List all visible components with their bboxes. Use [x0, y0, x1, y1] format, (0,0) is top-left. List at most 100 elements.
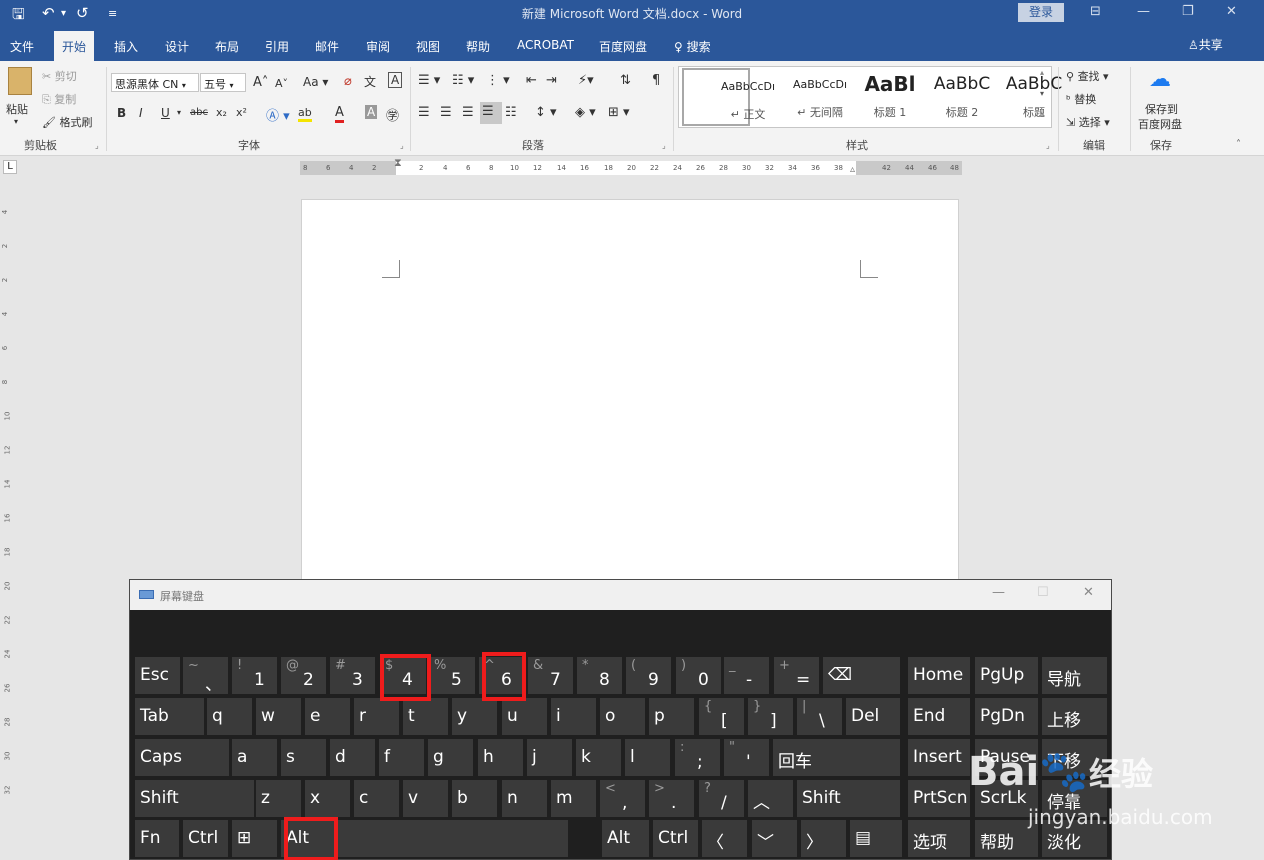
key-7[interactable]: & 7: [528, 657, 573, 694]
sort-icon[interactable]: ⇅: [620, 73, 631, 88]
tab-selector[interactable]: L: [3, 160, 17, 174]
key-f[interactable]: f: [379, 739, 424, 776]
grow-font-button[interactable]: A˄: [253, 75, 268, 90]
decrease-indent-icon[interactable]: ⇤: [526, 73, 537, 88]
key-Esc[interactable]: Esc: [135, 657, 180, 694]
key-[[interactable]: {[: [699, 698, 744, 735]
character-border-icon[interactable]: A: [388, 72, 403, 88]
clear-formatting-icon[interactable]: ⌀: [344, 74, 352, 89]
tell-me-search[interactable]: ♀ 搜索: [674, 38, 711, 55]
key-〈[interactable]: 〈: [702, 820, 747, 857]
document-page[interactable]: [301, 199, 959, 599]
right-indent-marker-icon[interactable]: ▵: [850, 164, 855, 175]
restore-icon[interactable]: ❐: [1182, 4, 1194, 19]
tab-acrobat[interactable]: ACROBAT: [517, 38, 574, 52]
align-right-icon[interactable]: ☰: [462, 105, 474, 120]
cut-button[interactable]: ✂ 剪切: [42, 68, 77, 84]
paste-button[interactable]: 粘贴: [6, 101, 28, 117]
strikethrough-button[interactable]: abc: [190, 107, 208, 118]
key-e[interactable]: e: [305, 698, 350, 735]
select-button[interactable]: ⇲ 选择 ▾: [1066, 114, 1110, 130]
align-left-icon[interactable]: ☰: [418, 105, 430, 120]
tab-help[interactable]: 帮助: [466, 38, 490, 55]
key-w[interactable]: w: [256, 698, 301, 735]
style-normal[interactable]: AaBbCcDı ↵ 正文: [682, 68, 775, 126]
key-回车[interactable]: 回车: [773, 739, 900, 776]
clipboard-launcher-icon[interactable]: ⌟: [95, 141, 99, 150]
key-i[interactable]: i: [551, 698, 596, 735]
key-a[interactable]: a: [232, 739, 277, 776]
key-x[interactable]: x: [305, 780, 350, 817]
minimize-icon[interactable]: —: [1137, 4, 1150, 19]
key-上移[interactable]: 上移: [1042, 698, 1107, 735]
font-color-button[interactable]: A: [335, 105, 344, 123]
key-、[interactable]: ~、: [183, 657, 228, 695]
key-Fn[interactable]: Fn: [135, 820, 179, 857]
baidu-netdisk-icon[interactable]: ☁: [1149, 67, 1171, 92]
key-PrtScn[interactable]: PrtScn: [908, 780, 970, 817]
key-8[interactable]: * 8: [577, 657, 622, 694]
key-2[interactable]: @2: [281, 657, 326, 694]
styles-more-icon[interactable]: ⩡: [1040, 110, 1045, 120]
format-painter-button[interactable]: 🖌 格式刷: [42, 114, 92, 130]
tab-mailings[interactable]: 邮件: [315, 38, 339, 55]
phonetic-guide-icon[interactable]: 文: [364, 73, 376, 90]
key-选项[interactable]: 选项: [908, 820, 970, 857]
style-title[interactable]: AaBbC 标题: [966, 68, 1062, 126]
style-heading-2[interactable]: AaBbC 标题 2: [894, 68, 990, 126]
highlight-button[interactable]: ab: [298, 106, 312, 122]
shading-icon[interactable]: ◈ ▾: [575, 105, 596, 120]
key-Ctrl[interactable]: Ctrl: [183, 820, 228, 857]
bullets-icon[interactable]: ☰ ▾: [418, 73, 440, 88]
key-o[interactable]: o: [600, 698, 645, 735]
styles-scroll-up-icon[interactable]: ▴: [1040, 68, 1044, 77]
key-'[interactable]: " ': [724, 739, 769, 776]
key-t[interactable]: t: [403, 698, 448, 735]
increase-indent-icon[interactable]: ⇥: [546, 73, 557, 88]
shrink-font-button[interactable]: A˅: [275, 77, 288, 90]
justify-icon[interactable]: ☰: [480, 102, 502, 124]
key-PgDn[interactable]: PgDn: [975, 698, 1038, 735]
bold-button[interactable]: B: [117, 106, 126, 120]
key-r[interactable]: r: [354, 698, 399, 735]
ribbon-display-options-icon[interactable]: ⊟: [1090, 4, 1101, 19]
horizontal-ruler[interactable]: L ⧗ ▵ 8 6 4 2 2 4 6 8 10 12 14 16 18 20 22 24 26 28 30 32 34…: [0, 156, 1264, 180]
key-9[interactable]: (9: [626, 657, 671, 694]
paste-dropdown-icon[interactable]: ▾: [14, 117, 18, 126]
key-b[interactable]: b: [452, 780, 497, 817]
close-icon[interactable]: ✕: [1226, 4, 1237, 19]
key-l[interactable]: l: [625, 739, 670, 776]
key-q[interactable]: q: [207, 698, 252, 735]
enclose-characters-icon[interactable]: ㊫: [386, 105, 399, 124]
key-3[interactable]: #3: [330, 657, 375, 694]
paste-icon[interactable]: [8, 67, 32, 95]
show-marks-icon[interactable]: ¶: [652, 73, 660, 88]
line-spacing-icon[interactable]: ↕ ▾: [535, 105, 557, 120]
subscript-button[interactable]: x₂: [216, 106, 227, 119]
key-y[interactable]: y: [452, 698, 497, 735]
key-d[interactable]: d: [330, 739, 375, 776]
key-Insert[interactable]: Insert: [908, 739, 970, 776]
key-=[interactable]: + =: [774, 657, 819, 694]
styles-scroll-down-icon[interactable]: ▾: [1040, 89, 1044, 98]
key-v[interactable]: v: [403, 780, 448, 817]
tab-design[interactable]: 设计: [165, 38, 189, 55]
align-center-icon[interactable]: ☰: [440, 105, 452, 120]
key-⌫[interactable]: ⌫: [823, 657, 900, 694]
key-Shift[interactable]: Shift: [135, 780, 254, 817]
minimize-icon[interactable]: —: [992, 585, 1005, 600]
italic-button[interactable]: I: [139, 106, 143, 120]
key-h[interactable]: h: [478, 739, 523, 776]
key-c[interactable]: c: [354, 780, 399, 817]
tab-home[interactable]: 开始: [54, 31, 95, 61]
borders-icon[interactable]: ⊞ ▾: [608, 105, 630, 120]
key-﹀[interactable]: ﹀: [752, 820, 797, 857]
login-button[interactable]: 登录: [1018, 3, 1064, 22]
find-button[interactable]: ⚲ 查找 ▾: [1066, 68, 1109, 84]
font-size-dropdown[interactable]: 五号 ▾: [200, 73, 246, 92]
font-name-dropdown[interactable]: 思源黑体 CN ▾: [111, 73, 199, 92]
key-][interactable]: }]: [748, 698, 793, 735]
multilevel-list-icon[interactable]: ⋮ ▾: [486, 73, 510, 88]
close-icon[interactable]: ✕: [1083, 585, 1094, 600]
indent-marker-icon[interactable]: ⧗: [394, 156, 402, 170]
